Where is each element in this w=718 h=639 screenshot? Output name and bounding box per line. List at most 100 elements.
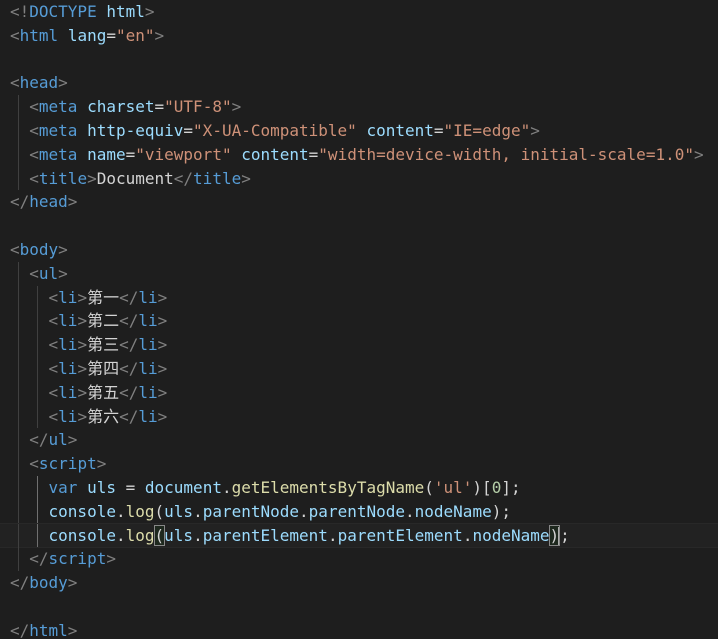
- code-token: 第六: [87, 406, 120, 426]
- code-token: =: [106, 25, 116, 45]
- code-token: 第一: [87, 287, 120, 307]
- indent-guide: [37, 499, 39, 524]
- code-token: ];: [501, 477, 521, 497]
- code-line[interactable]: [0, 214, 718, 238]
- code-token: parentNode: [308, 501, 405, 521]
- code-token: =: [125, 144, 136, 164]
- code-token: script: [48, 549, 107, 569]
- code-token: </: [29, 549, 49, 569]
- code-token: Document: [96, 168, 174, 188]
- code-token: .: [193, 525, 203, 545]
- code-token: (: [154, 501, 165, 521]
- indent-guide: [37, 404, 39, 429]
- code-line[interactable]: console.log(uls.parentNode.parentNode.no…: [0, 499, 718, 524]
- code-token: content: [241, 144, 309, 164]
- code-token: >: [67, 620, 78, 639]
- code-line[interactable]: <meta charset="UTF-8">: [0, 95, 718, 119]
- code-line[interactable]: [0, 595, 718, 619]
- code-token: >: [77, 358, 88, 378]
- code-token: >: [67, 430, 78, 450]
- code-token: <: [48, 311, 59, 331]
- code-token: </: [119, 382, 139, 402]
- indent-guide: [37, 333, 39, 357]
- code-line[interactable]: <title>Document</title>: [0, 166, 718, 191]
- code-token: <: [48, 406, 59, 426]
- code-token: parentNode: [202, 501, 300, 521]
- code-token: "en": [115, 25, 155, 45]
- code-token: <: [48, 382, 59, 402]
- code-token: "IE=edge": [443, 120, 531, 140]
- code-line[interactable]: </ul>: [0, 428, 718, 453]
- code-line[interactable]: [0, 48, 718, 72]
- code-token: >: [157, 358, 168, 378]
- code-token: >: [241, 168, 251, 188]
- code-line[interactable]: <head>: [0, 71, 718, 95]
- code-line[interactable]: <li>第二</li>: [0, 309, 718, 334]
- code-token: content: [366, 120, 434, 140]
- code-token: <: [10, 25, 20, 45]
- code-line[interactable]: var uls = document.getElementsByTagName(…: [0, 475, 718, 500]
- code-token: </: [29, 430, 49, 450]
- code-token: >: [67, 192, 78, 212]
- code-token: >: [144, 2, 155, 21]
- code-line[interactable]: <li>第五</li>: [0, 380, 718, 405]
- code-line[interactable]: </script>: [0, 547, 718, 572]
- code-token: li: [138, 287, 158, 307]
- indent-guide: [37, 285, 39, 310]
- code-line[interactable]: <meta http-equiv="X-UA-Compatible" conte…: [0, 118, 718, 143]
- code-line[interactable]: </html>: [0, 619, 718, 639]
- code-token: <!: [10, 2, 30, 21]
- code-token: <: [29, 97, 39, 117]
- code-line[interactable]: <li>第六</li>: [0, 404, 718, 429]
- code-token: 第二: [87, 311, 120, 331]
- code-token: .: [462, 525, 473, 545]
- code-line[interactable]: <li>第四</li>: [0, 356, 718, 381]
- code-token: <: [29, 144, 39, 164]
- code-token: <: [48, 335, 59, 355]
- code-token: lang: [67, 25, 107, 45]
- code-token: nodeName: [414, 501, 492, 521]
- code-line[interactable]: </head>: [0, 190, 718, 214]
- code-line[interactable]: <meta name="viewport" content="width=dev…: [0, 142, 718, 167]
- code-line[interactable]: <ul>: [0, 261, 718, 286]
- code-token: >: [77, 287, 88, 307]
- code-token: >: [58, 263, 68, 283]
- indent-guide: [18, 404, 19, 429]
- code-token: title: [193, 168, 242, 188]
- code-line[interactable]: <!DOCTYPE html>: [0, 0, 718, 24]
- code-token: 'ul': [433, 477, 473, 497]
- code-line[interactable]: </body>: [0, 571, 718, 595]
- code-token: "viewport": [135, 144, 232, 164]
- code-token: head: [19, 73, 59, 93]
- code-line[interactable]: <li>第一</li>: [0, 285, 718, 310]
- code-token: (: [424, 477, 434, 497]
- code-line[interactable]: <script>: [0, 452, 718, 476]
- indent-guide: [37, 475, 39, 500]
- code-line-current[interactable]: console.log(uls.parentElement.parentElem…: [0, 522, 718, 549]
- code-token: </: [119, 335, 139, 355]
- code-line[interactable]: <body>: [0, 238, 718, 262]
- code-editor[interactable]: <!DOCTYPE html> <html lang="en"> <head> <m…: [0, 0, 718, 639]
- code-line[interactable]: <li>第三</li>: [0, 333, 718, 357]
- code-token: .: [221, 477, 232, 497]
- code-token: =: [183, 120, 194, 140]
- code-token: >: [58, 239, 68, 259]
- code-token: meta: [38, 120, 88, 140]
- code-token: li: [138, 358, 158, 378]
- indent-guide: [18, 428, 19, 453]
- code-token: DOCTYPE: [29, 2, 107, 21]
- code-token: ul: [48, 430, 68, 450]
- code-token: getElementsByTagName: [231, 477, 425, 497]
- code-line[interactable]: <html lang="en">: [0, 24, 718, 48]
- code-token: 第三: [87, 335, 120, 355]
